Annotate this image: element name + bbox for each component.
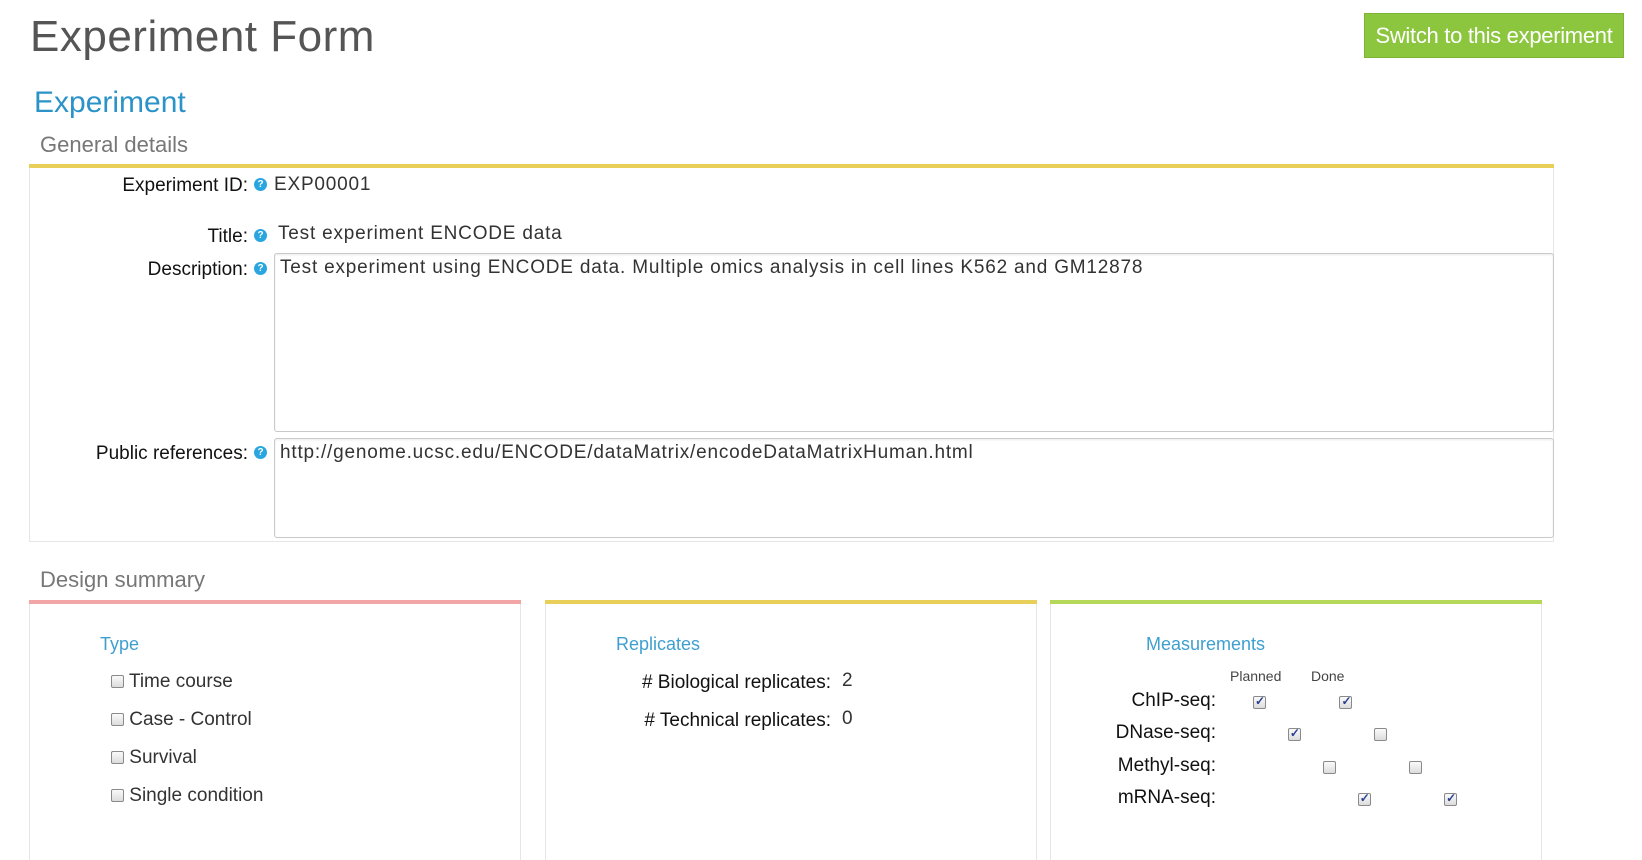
dnase-seq-planned-checkbox[interactable]	[1287, 726, 1301, 742]
general-details-heading: General details	[40, 132, 188, 157]
experiment-id-label: Experiment ID:	[122, 175, 248, 196]
type-option-survival[interactable]: Survival	[111, 747, 197, 769]
biological-replicates-label: # Biological replicates:	[641, 672, 831, 693]
methyl-seq-label: Methyl-seq:	[1117, 755, 1216, 776]
time-course-checkbox[interactable]	[111, 675, 124, 689]
public-references-help-icon[interactable]: ?	[254, 446, 267, 459]
experiment-id-value: EXP00001	[274, 174, 372, 195]
technical-replicates-label: # Technical replicates:	[644, 710, 831, 731]
dnase-seq-done-checkbox[interactable]	[1374, 728, 1388, 742]
type-option-single-condition[interactable]: Single condition	[111, 785, 263, 807]
mrna-seq-done-checkbox[interactable]	[1444, 791, 1458, 807]
single-condition-checkbox[interactable]	[111, 789, 124, 803]
title-help-icon[interactable]: ?	[254, 229, 267, 242]
public-references-label: Public references:	[95, 443, 248, 464]
chip-seq-planned-checkbox[interactable]	[1253, 694, 1266, 710]
case-control-checkbox[interactable]	[111, 713, 124, 727]
survival-checkbox[interactable]	[111, 751, 124, 765]
section-title-experiment: Experiment	[34, 86, 186, 119]
measurements-heading: Measurements	[1146, 634, 1266, 654]
design-summary-heading: Design summary	[40, 567, 206, 592]
type-option-time-course[interactable]: Time course	[111, 671, 233, 693]
description-textarea[interactable]: Test experiment using ENCODE data. Multi…	[274, 253, 1554, 432]
description-label: Description:	[147, 259, 248, 280]
replicates-heading: Replicates	[616, 634, 701, 654]
page-title: Experiment Form	[30, 12, 375, 61]
mrna-seq-label: mRNA-seq:	[1117, 787, 1216, 808]
mrna-seq-planned-checkbox[interactable]	[1357, 791, 1371, 807]
planned-column-header: Planned	[1230, 668, 1282, 684]
experiment-id-help-icon[interactable]: ?	[254, 178, 267, 191]
title-input[interactable]: Test experiment ENCODE data	[278, 223, 563, 245]
methyl-seq-done-checkbox[interactable]	[1409, 761, 1423, 775]
public-references-textarea[interactable]: http://genome.ucsc.edu/ENCODE/dataMatrix…	[274, 438, 1554, 538]
chip-seq-done-checkbox[interactable]	[1339, 694, 1353, 710]
technical-replicates-value[interactable]: 0	[842, 708, 853, 730]
chip-seq-label: ChIP-seq:	[1131, 690, 1216, 711]
dnase-seq-label: DNase-seq:	[1115, 722, 1216, 743]
type-option-case-control[interactable]: Case - Control	[111, 709, 252, 731]
type-heading: Type	[100, 634, 140, 654]
description-help-icon[interactable]: ?	[254, 262, 267, 275]
switch-experiment-button[interactable]: Switch to this experiment	[1364, 13, 1624, 58]
title-label: Title:	[207, 226, 248, 247]
methyl-seq-planned-checkbox[interactable]	[1322, 761, 1336, 775]
done-column-header: Done	[1311, 668, 1345, 684]
biological-replicates-value[interactable]: 2	[842, 670, 853, 692]
